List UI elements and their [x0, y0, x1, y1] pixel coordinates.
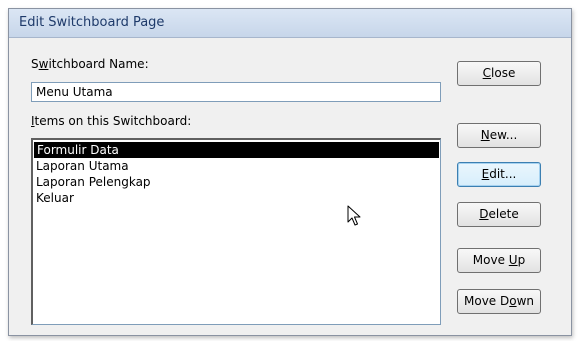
btn-text: lose [491, 66, 516, 80]
btn-text: wn [516, 294, 534, 308]
list-item[interactable]: Keluar [33, 190, 440, 206]
btn-text: Move [472, 253, 509, 267]
btn-mnemonic: o [509, 294, 517, 308]
move-down-button[interactable]: Move Down [457, 289, 541, 314]
window-title: Edit Switchboard Page [19, 15, 165, 30]
mouse-pointer-icon [347, 205, 361, 226]
btn-mnemonic: U [508, 253, 518, 267]
list-item[interactable]: Laporan Pelengkap [33, 174, 440, 190]
btn-text: p [517, 253, 526, 267]
btn-text: dit... [489, 167, 517, 181]
btn-text: elete [488, 207, 519, 221]
new-button[interactable]: New... [457, 123, 541, 148]
label-part: itchboard Name: [48, 57, 149, 71]
btn-mnemonic: D [479, 207, 489, 221]
label-mnemonic: w [38, 57, 49, 71]
items-label: Items on this Switchboard: [31, 114, 191, 128]
list-item[interactable]: Laporan Utama [33, 158, 440, 174]
edit-button[interactable]: Edit... [457, 162, 541, 187]
btn-text: Move D [464, 294, 510, 308]
switchboard-name-input[interactable] [31, 82, 441, 102]
close-button[interactable]: Close [457, 61, 541, 86]
btn-mnemonic: C [482, 66, 492, 80]
switchboard-items-listbox[interactable]: Formulir Data Laporan Utama Laporan Pele… [31, 138, 441, 325]
title-bar[interactable]: Edit Switchboard Page [9, 9, 571, 38]
btn-mnemonic: N [480, 128, 490, 142]
edit-switchboard-dialog: Edit Switchboard Page Switchboard Name: … [8, 8, 572, 336]
label-part: S [31, 57, 39, 71]
delete-button[interactable]: Delete [457, 202, 541, 227]
btn-text: ew... [489, 128, 518, 142]
list-item[interactable]: Formulir Data [34, 142, 439, 158]
move-up-button[interactable]: Move Up [457, 248, 541, 273]
switchboard-name-label: Switchboard Name: [31, 57, 149, 71]
label-part: tems on this Switchboard: [34, 114, 192, 128]
